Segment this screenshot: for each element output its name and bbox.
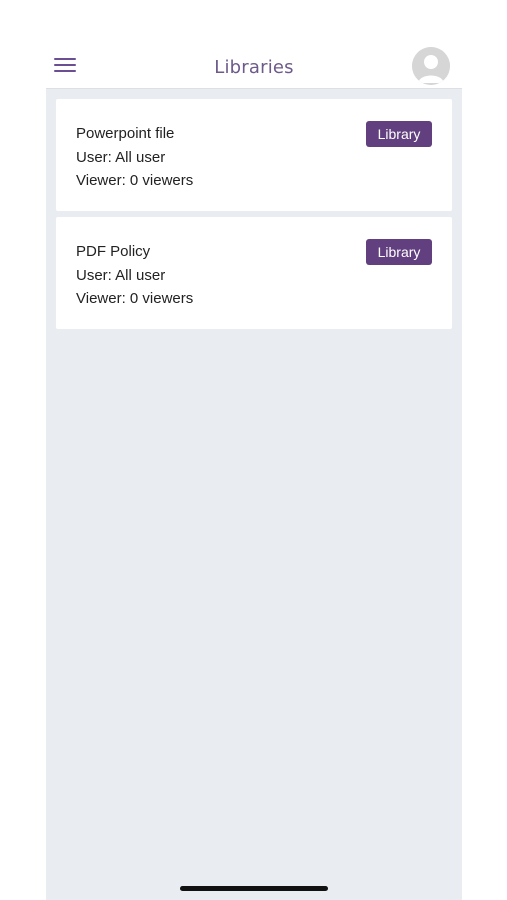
app-header: Libraries: [46, 40, 462, 89]
library-list: Powerpoint file User: All user Viewer: 0…: [46, 89, 462, 900]
page-title: Libraries: [214, 57, 294, 78]
library-title: PDF Policy: [76, 243, 151, 260]
home-indicator: [180, 886, 328, 891]
library-user: User: All user: [76, 149, 166, 166]
library-viewer: Viewer: 0 viewers: [76, 290, 194, 307]
library-card[interactable]: PDF Policy User: All user Viewer: 0 view…: [56, 217, 452, 329]
app-screen: Libraries Powerpoint file User: All user…: [0, 0, 507, 900]
library-button[interactable]: Library: [366, 121, 432, 147]
library-button[interactable]: Library: [366, 239, 432, 265]
avatar-silhouette-icon: [412, 47, 450, 85]
library-card[interactable]: Powerpoint file User: All user Viewer: 0…: [56, 99, 452, 211]
library-viewer: Viewer: 0 viewers: [76, 172, 194, 189]
library-user: User: All user: [76, 267, 166, 284]
library-title: Powerpoint file: [76, 125, 175, 142]
user-avatar-icon[interactable]: [412, 47, 450, 85]
